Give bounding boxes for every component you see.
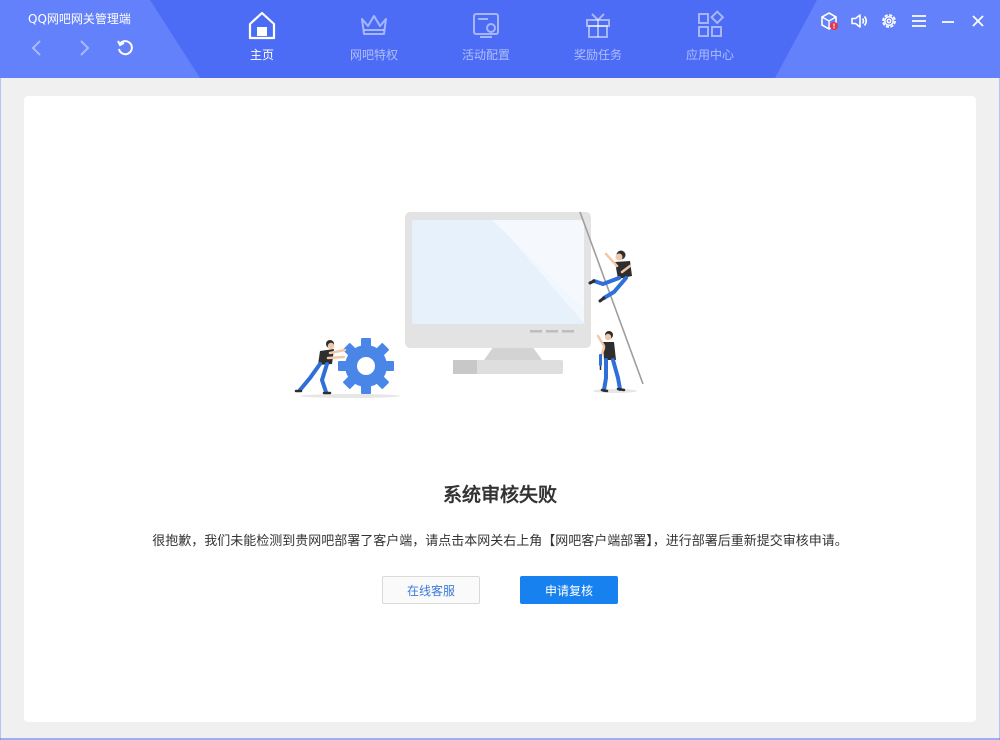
apps-grid-icon — [698, 10, 725, 37]
pushing-worker — [294, 340, 347, 395]
deploy-alert-button[interactable] — [818, 10, 840, 32]
home-icon — [248, 11, 276, 40]
audit-failed-illustration — [294, 211, 644, 398]
tab-reward-tasks[interactable]: 奖励任务 — [542, 0, 654, 78]
gear-icon — [882, 14, 896, 28]
refresh-button[interactable] — [114, 37, 136, 59]
tab-reward-tasks-label: 奖励任务 — [573, 48, 622, 62]
settings-button[interactable] — [878, 10, 900, 32]
chevron-left-icon — [31, 40, 41, 56]
tab-home[interactable]: 主页 — [206, 0, 318, 78]
tab-privileges[interactable]: 网吧特权 — [318, 0, 430, 78]
minimize-button[interactable] — [937, 10, 959, 32]
back-button[interactable] — [26, 37, 48, 59]
status-heading: 系统审核失败 — [442, 484, 557, 506]
close-button[interactable] — [967, 10, 989, 32]
online-support-button[interactable]: 在线客服 — [382, 576, 480, 604]
close-icon — [972, 15, 984, 27]
title-bar: QQ网吧网关管理端 主页 网吧特权 活动配置 奖励任务 应用中心 — [0, 0, 1000, 78]
alert-cube-icon — [821, 12, 838, 30]
app-title: QQ网吧网关管理端 — [28, 12, 131, 26]
tab-app-center-label: 应用中心 — [685, 48, 734, 62]
standing-worker — [596, 331, 626, 393]
minimize-icon — [942, 21, 954, 23]
volume-button[interactable] — [848, 10, 870, 32]
refresh-icon — [117, 40, 133, 56]
crown-icon — [361, 15, 387, 35]
menu-button[interactable] — [908, 10, 930, 32]
main-tabs: 主页 网吧特权 活动配置 奖励任务 应用中心 — [206, 0, 766, 78]
menu-icon — [912, 15, 926, 27]
tab-app-center[interactable]: 应用中心 — [654, 0, 766, 78]
tab-activity-config-label: 活动配置 — [461, 48, 510, 62]
chevron-right-icon — [80, 40, 90, 56]
gift-icon — [586, 13, 610, 38]
gear-graphic — [338, 338, 394, 394]
status-description: 很抱歉，我们未能检测到贵网吧部署了客户端，请点击本网关右上角【网吧客户端部署】，… — [152, 534, 848, 549]
volume-icon — [851, 14, 868, 28]
monitor — [405, 212, 591, 348]
tab-home-label: 主页 — [249, 48, 274, 62]
request-review-button[interactable]: 申请复核 — [520, 576, 618, 604]
tab-privileges-label: 网吧特权 — [349, 48, 398, 62]
forward-button[interactable] — [73, 37, 95, 59]
window-border-left — [0, 78, 1, 740]
content-card: 系统审核失败 很抱歉，我们未能检测到贵网吧部署了客户端，请点击本网关右上角【网吧… — [24, 96, 976, 722]
settings-screen-icon — [473, 13, 499, 38]
tab-activity-config[interactable]: 活动配置 — [430, 0, 542, 78]
monitor-stand — [453, 346, 563, 374]
